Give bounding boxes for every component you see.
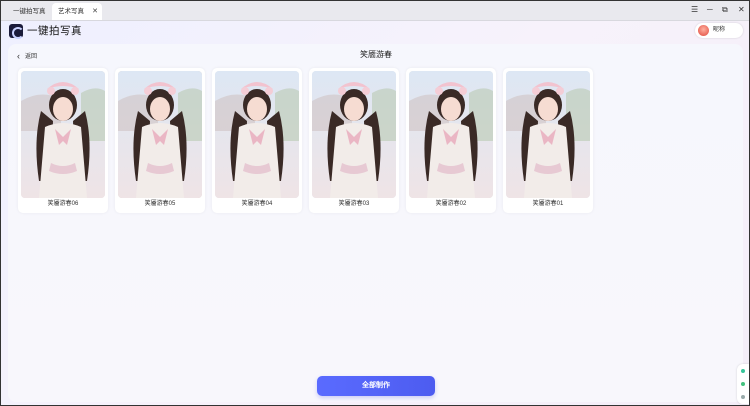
- template-card[interactable]: 笑靥游春04: [212, 68, 302, 213]
- page-title: 笑靥游春: [360, 50, 392, 59]
- template-card[interactable]: 笑靥游春03: [309, 68, 399, 213]
- app-title: 一键拍写真: [27, 25, 82, 37]
- template-card[interactable]: 笑靥游春06: [18, 68, 108, 213]
- template-thumbnail-image: [21, 71, 105, 198]
- tab-label: 艺术写真: [58, 8, 84, 15]
- maximize-icon[interactable]: ⧉: [722, 4, 728, 16]
- template-card-label: 笑靥游春04: [241, 201, 273, 207]
- close-tab-icon[interactable]: ✕: [92, 3, 98, 20]
- tab-art-photo[interactable]: 艺术写真 ✕: [52, 3, 102, 20]
- status-dot: [741, 382, 745, 386]
- template-thumbnail-image: [506, 71, 590, 198]
- minimize-icon[interactable]: ─: [707, 4, 713, 16]
- template-card-label: 笑靥游春06: [47, 201, 79, 207]
- tab-one-click-photo[interactable]: 一键拍写真: [7, 3, 51, 20]
- user-profile-button[interactable]: 昵称: [695, 23, 743, 38]
- app-window: 一键拍写真 艺术写真 ✕ ☰ ─ ⧉ ✕ 一键拍写真 昵称 ‹ 返回 笑靥游春 笑…: [0, 0, 750, 406]
- menu-icon[interactable]: ☰: [691, 4, 698, 16]
- template-card[interactable]: 笑靥游春05: [115, 68, 205, 213]
- app-logo: [9, 24, 24, 39]
- template-card-label: 笑靥游春02: [435, 201, 467, 207]
- user-name: 昵称: [713, 27, 726, 33]
- tab-strip: 一键拍写真 艺术写真 ✕ ☰ ─ ⧉ ✕: [1, 1, 749, 21]
- close-window-icon[interactable]: ✕: [738, 4, 745, 16]
- avatar: [698, 25, 709, 36]
- side-status-widget[interactable]: [737, 364, 749, 404]
- template-card-label: 笑靥游春03: [338, 201, 370, 207]
- template-thumbnail-image: [312, 71, 396, 198]
- template-card-label: 笑靥游春01: [532, 201, 564, 207]
- template-thumbnail-image: [409, 71, 493, 198]
- template-thumbnail-image: [215, 71, 299, 198]
- status-dot: [741, 395, 745, 399]
- status-dot: [741, 369, 745, 373]
- template-card[interactable]: 笑靥游春01: [503, 68, 593, 213]
- template-card-label: 笑靥游春05: [144, 201, 176, 207]
- make-all-button[interactable]: 全部制作: [317, 376, 435, 396]
- tab-label: 一键拍写真: [13, 8, 46, 15]
- template-thumbnail-image: [118, 71, 202, 198]
- template-card[interactable]: 笑靥游春02: [406, 68, 496, 213]
